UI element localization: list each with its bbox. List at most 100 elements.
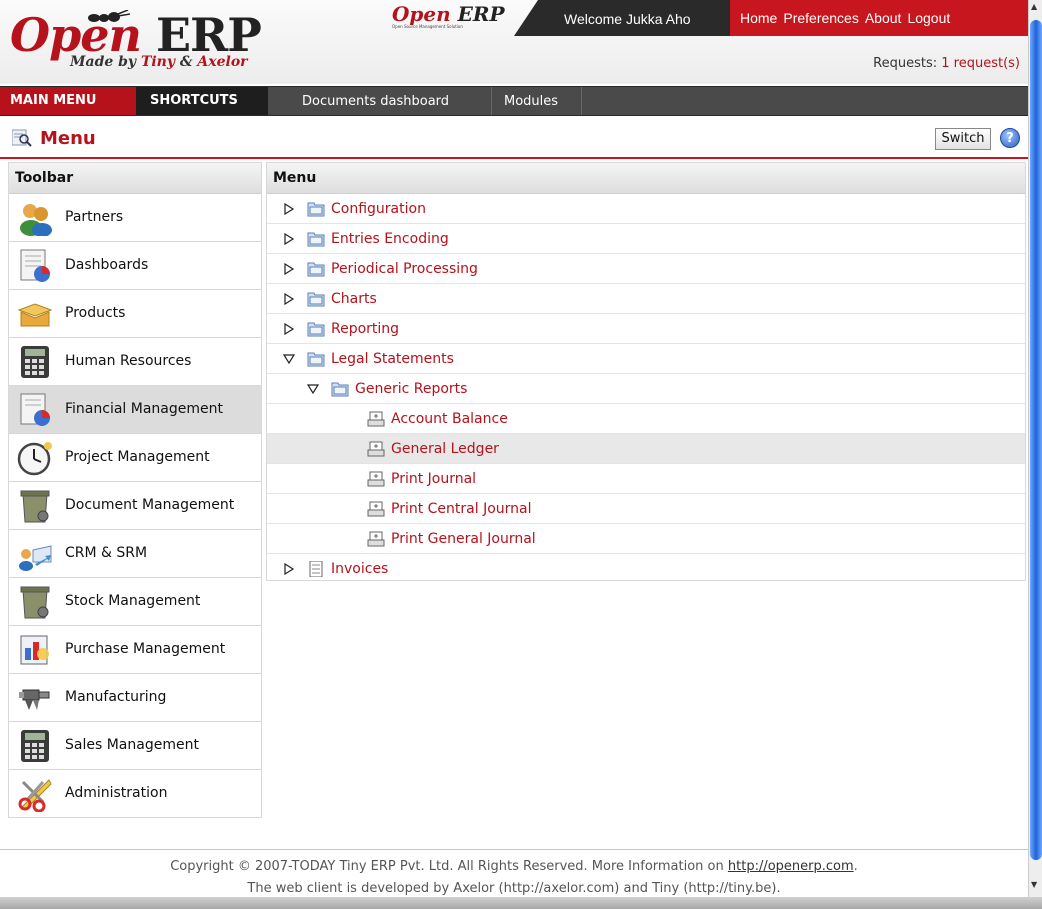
scroll-up-arrow-icon[interactable]: ▲ [1031, 2, 1037, 11]
toolbar-item-products[interactable]: Products [9, 290, 261, 338]
menubar-divider [491, 87, 492, 115]
menu-tree-label: Print Central Journal [391, 501, 532, 517]
toolbar-panel: Toolbar Partners Dashboards Products Hum… [8, 162, 262, 818]
mini-logo-tagline: Open Source Management Solution [392, 24, 463, 29]
logo-and: & [179, 54, 193, 70]
nav-logout-link[interactable]: Logout [907, 10, 950, 26]
collapsed-arrow-icon[interactable] [283, 323, 295, 335]
expanded-arrow-icon[interactable] [307, 383, 319, 395]
clock-icon [17, 442, 52, 476]
toolbar-item-purchase-management[interactable]: Purchase Management [9, 626, 261, 674]
switch-button[interactable]: Switch [935, 128, 991, 150]
toolbar-item-label: Administration [65, 785, 168, 801]
toolbar-item-partners[interactable]: Partners [9, 194, 261, 242]
scissors-icon [18, 779, 52, 812]
requests-status: Requests: 1 request(s) [873, 56, 1020, 71]
menu-tree-row[interactable]: Periodical Processing [267, 254, 1025, 284]
folder-icon [307, 232, 325, 247]
toolbar-item-project-management[interactable]: Project Management [9, 434, 261, 482]
toolbar-item-administration[interactable]: Administration [9, 770, 261, 818]
title-row: Menu Switch ? [0, 124, 1028, 156]
folder-icon [307, 322, 325, 337]
toolbar-item-label: Manufacturing [65, 689, 167, 705]
toolbar-item-crm-srm[interactable]: CRM & SRM [9, 530, 261, 578]
openerp-logo[interactable]: Open ERP Made by Tiny & Axelor [10, 6, 270, 80]
nav-preferences-link[interactable]: Preferences [783, 10, 858, 26]
toolbar-item-manufacturing[interactable]: Manufacturing [9, 674, 261, 722]
toolbar-item-dashboards[interactable]: Dashboards [9, 242, 261, 290]
folder-icon [307, 202, 325, 217]
menu-tree-row[interactable]: Account Balance [267, 404, 1025, 434]
financial-icon [20, 393, 50, 426]
copyright-suffix: . [853, 859, 858, 874]
toolbar-item-sales-management[interactable]: Sales Management [9, 722, 261, 770]
search-magnifier-icon [12, 129, 32, 147]
toolbar-item-label: Purchase Management [65, 641, 226, 657]
menu-tree-row[interactable]: Charts [267, 284, 1025, 314]
menu-tree-row[interactable]: General Ledger [267, 434, 1025, 464]
header: Open ERP Made by Tiny & Axelor Open ERP … [0, 0, 1028, 84]
collapsed-arrow-icon[interactable] [283, 203, 295, 215]
expanded-arrow-icon[interactable] [283, 353, 295, 365]
dashboards-icon [20, 249, 50, 282]
menu-tree-row[interactable]: Print Central Journal [267, 494, 1025, 524]
menu-tree-row[interactable]: Print Journal [267, 464, 1025, 494]
menubar-divider [581, 87, 582, 115]
toolbar-item-document-management[interactable]: Document Management [9, 482, 261, 530]
collapsed-arrow-icon[interactable] [283, 293, 295, 305]
toolbar-item-stock-management[interactable]: Stock Management [9, 578, 261, 626]
logo-tagline: Made by Tiny & Axelor [70, 54, 248, 70]
main-menu-tab[interactable]: MAIN MENU [10, 93, 97, 108]
nav-home-link[interactable]: Home [740, 10, 777, 26]
menu-tree-row[interactable]: Invoices [267, 554, 1025, 584]
collapsed-arrow-icon[interactable] [283, 233, 295, 245]
toolbar-item-label: Human Resources [65, 353, 192, 369]
collapsed-arrow-icon[interactable] [283, 263, 295, 275]
shortcuts-tab[interactable]: SHORTCUTS [150, 93, 238, 108]
menu-tree: Configuration Entries Encoding Periodical … [267, 194, 1025, 584]
scrollbar-thumb[interactable] [1030, 20, 1042, 860]
documents-dashboard-link[interactable]: Documents dashboard [302, 94, 449, 109]
footer-divider [0, 849, 1028, 850]
menu-tree-label: Entries Encoding [331, 231, 449, 247]
menu-tree-row[interactable]: Generic Reports [267, 374, 1025, 404]
menu-tree-label: Charts [331, 291, 377, 307]
page-title: Menu [40, 128, 96, 149]
menu-tree-row[interactable]: Reporting [267, 314, 1025, 344]
modules-link[interactable]: Modules [504, 94, 558, 109]
toolbar-item-label: Document Management [65, 497, 235, 513]
welcome-text: Welcome Jukka Aho [564, 11, 691, 27]
collapsed-arrow-icon[interactable] [283, 563, 295, 575]
openerp-link[interactable]: http://openerp.com [728, 859, 854, 874]
menu-tree-label: Invoices [331, 561, 389, 577]
toolbar-item-human-resources[interactable]: Human Resources [9, 338, 261, 386]
menu-tree-row[interactable]: Entries Encoding [267, 224, 1025, 254]
toolbar-item-label: Dashboards [65, 257, 149, 273]
toolbar-item-label: Stock Management [65, 593, 201, 609]
folder-icon [307, 292, 325, 307]
menu-tree-row[interactable]: Print General Journal [267, 524, 1025, 554]
help-icon[interactable]: ? [1000, 128, 1020, 148]
top-nav: Home Preferences About Logout [730, 0, 1028, 36]
folder-icon [307, 352, 325, 367]
requests-link[interactable]: 1 request(s) [941, 56, 1020, 71]
scroll-down-arrow-icon[interactable]: ▼ [1031, 880, 1037, 889]
toolbar-item-label: Financial Management [65, 401, 223, 417]
toolbar-item-financial-management[interactable]: Financial Management [9, 386, 261, 434]
nav-about-link[interactable]: About [865, 10, 902, 26]
menu-tree-row[interactable]: Legal Statements [267, 344, 1025, 374]
menu-tree-label: Periodical Processing [331, 261, 478, 277]
toolbar-heading: Toolbar [9, 163, 261, 194]
toolbar-item-label: CRM & SRM [65, 545, 148, 561]
vertical-scrollbar[interactable]: ▲ ▼ [1028, 0, 1042, 897]
folder-icon [331, 382, 349, 397]
main-menubar: MAIN MENU SHORTCUTS Documents dashboard … [0, 86, 1028, 116]
calculator-icon [21, 346, 49, 378]
menu-tree-label: Account Balance [391, 411, 508, 427]
document-icon [309, 561, 323, 577]
print-report-icon [367, 501, 385, 517]
menu-tree-row[interactable]: Configuration [267, 194, 1025, 224]
logo-made-by: Made by [70, 54, 137, 70]
mini-logo: Open ERP Open Source Management Solution [392, 2, 532, 38]
menu-tree-label: Legal Statements [331, 351, 454, 367]
